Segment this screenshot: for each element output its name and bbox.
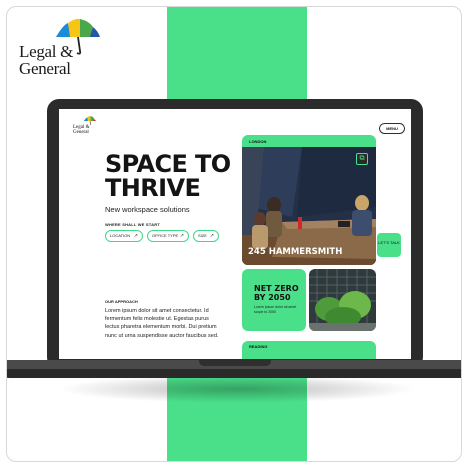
search-prompt-label: WHERE SHALL WE START: [105, 222, 160, 227]
laptop-base-bottom: [7, 369, 461, 378]
net-zero-subtitle: Lorem ipsum dolor sit amet scope to 2050: [254, 305, 297, 314]
laptop-base: [7, 360, 461, 378]
filter-location-button[interactable]: LOCATION ↗: [105, 230, 143, 242]
hero-title: SPACE TO THRIVE: [105, 150, 231, 202]
site-logo-line2: General: [73, 130, 89, 135]
brand-name-line2: General: [19, 59, 71, 78]
menu-button[interactable]: MENU: [379, 123, 405, 134]
green-building-photo: [309, 269, 376, 331]
net-zero-card[interactable]: NET ZERO BY 2050 Lorem ipsum dolor sit a…: [242, 269, 306, 331]
laptop-screen: Legal & General MENU SPACE TO THRIVE New…: [59, 109, 411, 359]
reading-property-card[interactable]: READING: [242, 341, 376, 359]
filter-size-label: SIZE: [198, 233, 207, 238]
net-zero-title: NET ZERO BY 2050: [254, 284, 299, 302]
approach-heading: OUR APPROACH: [105, 299, 138, 304]
expand-icon[interactable]: ⧉: [356, 153, 368, 165]
filter-size-button[interactable]: SIZE ↗: [193, 230, 219, 242]
approach-body-text: Lorem ipsum dolor sit amet consectetur. …: [105, 308, 219, 339]
hero-subtitle: New workspace solutions: [105, 205, 190, 214]
image-frame: Legal & General Legal & General MENU SPA…: [6, 6, 462, 462]
laptop-shadow: [57, 375, 417, 403]
filter-office-type-button[interactable]: OFFICE TYPE ↗: [147, 230, 189, 242]
brand-name-line1: Legal &: [19, 42, 74, 61]
filter-location-label: LOCATION: [110, 233, 131, 238]
laptop-lid: Legal & General MENU SPACE TO THRIVE New…: [47, 99, 423, 369]
london-property-name: 245 HAMMERSMITH: [248, 247, 343, 257]
reading-card-tag: READING: [249, 344, 268, 349]
lets-talk-button[interactable]: LET'S TALK: [377, 233, 401, 257]
london-property-card[interactable]: LONDON ⧉ 245 HAMMERSMITH: [242, 135, 376, 265]
london-card-tag: LONDON: [249, 139, 267, 144]
laptop-notch: [199, 360, 271, 366]
arrow-up-right-icon: ↗: [209, 233, 214, 239]
filter-office-type-label: OFFICE TYPE: [152, 233, 179, 238]
site-logo[interactable]: Legal & General: [73, 115, 105, 137]
arrow-up-right-icon: ↗: [179, 233, 184, 239]
brand-logo: Legal & General: [19, 15, 109, 81]
arrow-up-right-icon: ↗: [133, 233, 138, 239]
